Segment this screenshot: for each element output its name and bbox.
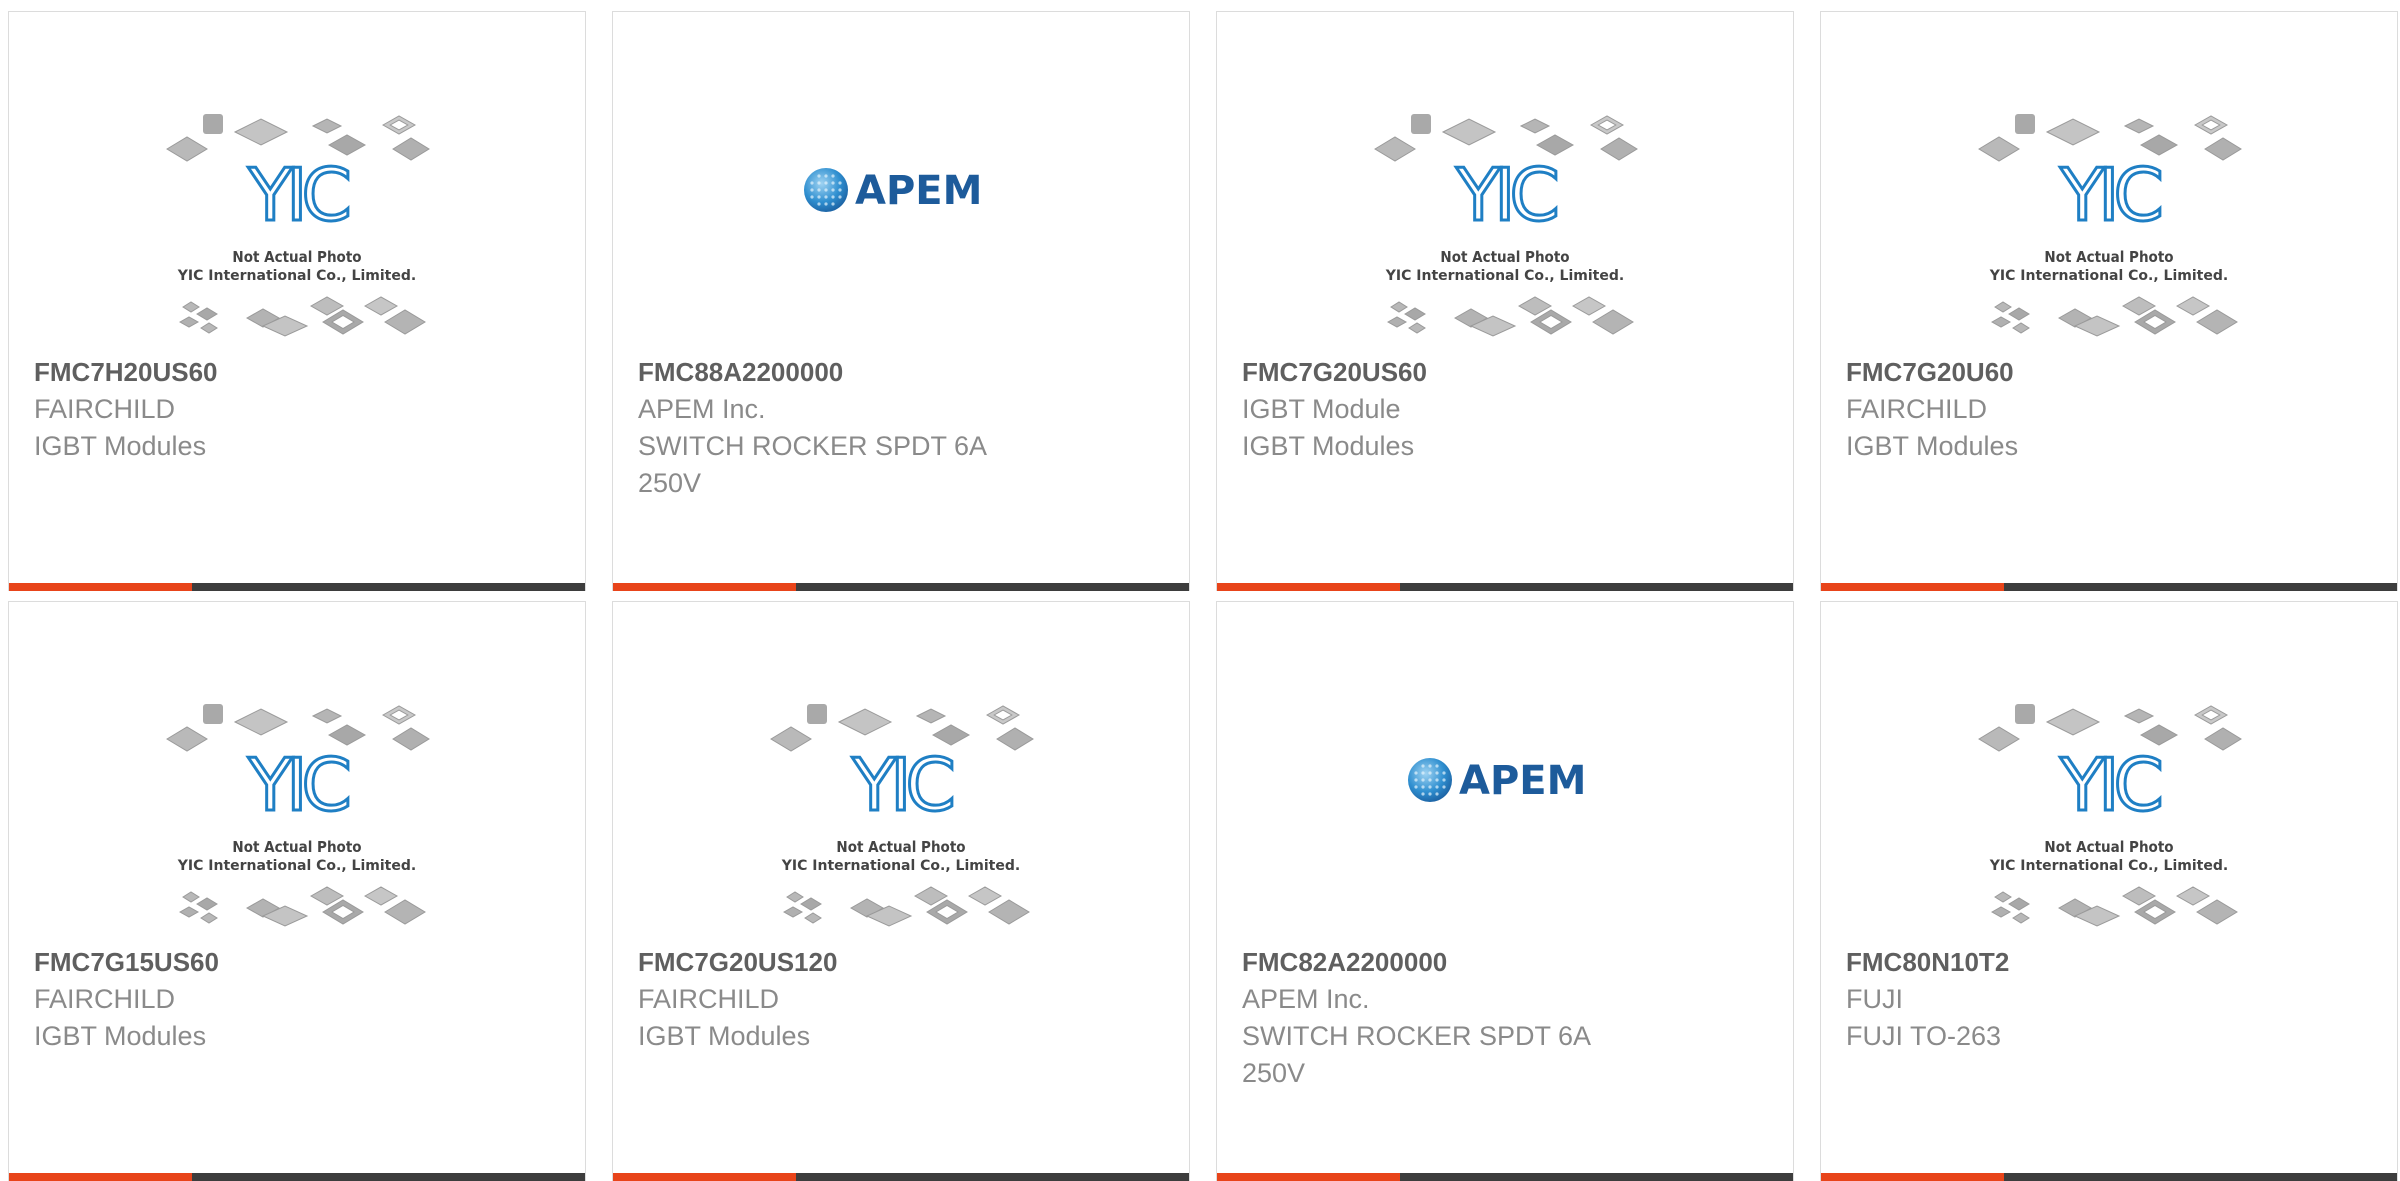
product-image-placeholder[interactable]: YIC Not Actual Photo YIC International Co.… <box>1217 92 1793 352</box>
card-accent-bar <box>9 1173 192 1181</box>
part-number[interactable]: FMC7H20US60 <box>34 354 454 391</box>
description: IGBT Modules <box>34 1021 207 1051</box>
svg-text:YIC: YIC <box>247 743 348 827</box>
manufacturer-logo-apem[interactable]: APEM <box>613 92 1189 352</box>
card-bottom-bar <box>1217 583 1793 591</box>
card-bottom-bar <box>9 1173 585 1181</box>
svg-text:Not Actual Photo: Not Actual Photo <box>1440 248 1569 266</box>
manufacturer: FUJI <box>1846 984 1903 1014</box>
product-image-placeholder[interactable]: YIC Not Actual Photo YIC International Co.… <box>613 682 1189 942</box>
manufacturer: FAIRCHILD <box>34 394 176 424</box>
part-number[interactable]: FMC88A2200000 <box>638 354 1058 391</box>
card-bottom-bar <box>1821 583 2397 591</box>
svg-text:Not Actual Photo: Not Actual Photo <box>836 838 965 856</box>
product-card[interactable]: YIC Not Actual Photo YIC International Co.… <box>1820 11 2398 591</box>
svg-text:YIC: YIC <box>1455 153 1556 237</box>
apem-logo-graphic: APEM <box>804 168 982 214</box>
card-bottom-bar <box>1821 1173 2397 1181</box>
manufacturer: APEM Inc. <box>638 394 766 424</box>
product-info: FMC88A2200000 APEM Inc. SWITCH ROCKER SP… <box>638 354 1058 502</box>
svg-text:Not Actual Photo: Not Actual Photo <box>2044 248 2173 266</box>
product-info: FMC7G20US120 FAIRCHILD IGBT Modules <box>638 944 1058 1055</box>
product-image-placeholder[interactable]: YIC Not Actual Photo YIC International Co.… <box>1821 92 2397 352</box>
product-image-placeholder[interactable]: YIC Not Actual Photo YIC International Co.… <box>9 92 585 352</box>
card-accent-bar <box>1217 1173 1400 1181</box>
yic-placeholder-graphic: YIC Not Actual Photo YIC International Co.… <box>1978 704 2242 927</box>
product-card[interactable]: YIC Not Actual Photo YIC International Co.… <box>1820 601 2398 1181</box>
svg-text:YIC International Co., Limited: YIC International Co., Limited. <box>1385 268 1624 284</box>
card-bottom-bar <box>1217 1173 1793 1181</box>
product-card[interactable]: YIC Not Actual Photo YIC International Co.… <box>612 601 1190 1181</box>
yic-placeholder-graphic: YIC Not Actual Photo YIC International Co.… <box>166 704 430 927</box>
manufacturer: FAIRCHILD <box>34 984 176 1014</box>
product-grid: YIC Not Actual Photo YIC International Co.… <box>8 11 2398 1181</box>
svg-text:Not Actual Photo: Not Actual Photo <box>232 838 361 856</box>
svg-text:YIC International Co., Limited: YIC International Co., Limited. <box>781 858 1020 874</box>
card-accent-bar <box>1217 583 1400 591</box>
description: FUJI TO-263 <box>1846 1021 2002 1051</box>
svg-text:APEM: APEM <box>1459 758 1586 804</box>
description: IGBT Modules <box>638 1021 811 1051</box>
description: IGBT Modules <box>1846 431 2019 461</box>
product-image-placeholder[interactable]: YIC Not Actual Photo YIC International Co.… <box>9 682 585 942</box>
product-info: FMC82A2200000 APEM Inc. SWITCH ROCKER SP… <box>1242 944 1662 1092</box>
description: SWITCH ROCKER SPDT 6A 250V <box>1242 1021 1590 1088</box>
svg-text:YIC: YIC <box>851 743 952 827</box>
product-info: FMC80N10T2 FUJI FUJI TO-263 <box>1846 944 2266 1055</box>
product-info: FMC7G20U60 FAIRCHILD IGBT Modules <box>1846 354 2266 465</box>
part-number[interactable]: FMC82A2200000 <box>1242 944 1662 981</box>
card-accent-bar <box>1821 583 2004 591</box>
yic-placeholder-graphic: YIC Not Actual Photo YIC International Co.… <box>770 704 1034 927</box>
svg-text:YIC: YIC <box>2059 743 2160 827</box>
part-number[interactable]: FMC7G15US60 <box>34 944 454 981</box>
card-bottom-bar <box>613 1173 1189 1181</box>
product-info: FMC7H20US60 FAIRCHILD IGBT Modules <box>34 354 454 465</box>
product-card[interactable]: YIC Not Actual Photo YIC International Co.… <box>8 601 586 1181</box>
manufacturer: IGBT Module <box>1242 394 1401 424</box>
product-card[interactable]: APEM FMC82A2200000 APEM Inc. SWITCH ROCK… <box>1216 601 1794 1181</box>
part-number[interactable]: FMC7G20U60 <box>1846 354 2266 391</box>
svg-text:YIC International Co., Limited: YIC International Co., Limited. <box>177 268 416 284</box>
manufacturer: APEM Inc. <box>1242 984 1370 1014</box>
product-image-placeholder[interactable]: YIC Not Actual Photo YIC International Co.… <box>1821 682 2397 942</box>
yic-placeholder-graphic: YIC Not Actual Photo YIC International Co.… <box>1978 114 2242 337</box>
card-bottom-bar <box>9 583 585 591</box>
svg-text:Not Actual Photo: Not Actual Photo <box>2044 838 2173 856</box>
svg-text:Not Actual Photo: Not Actual Photo <box>232 248 361 266</box>
card-bottom-bar <box>613 583 1189 591</box>
manufacturer: FAIRCHILD <box>638 984 780 1014</box>
product-info: FMC7G15US60 FAIRCHILD IGBT Modules <box>34 944 454 1055</box>
product-info: FMC7G20US60 IGBT Module IGBT Modules <box>1242 354 1662 465</box>
svg-text:YIC International Co., Limited: YIC International Co., Limited. <box>177 858 416 874</box>
card-accent-bar <box>1821 1173 2004 1181</box>
description: IGBT Modules <box>1242 431 1415 461</box>
part-number[interactable]: FMC80N10T2 <box>1846 944 2266 981</box>
product-card[interactable]: YIC Not Actual Photo YIC International Co.… <box>1216 11 1794 591</box>
description: SWITCH ROCKER SPDT 6A 250V <box>638 431 986 498</box>
svg-text:APEM: APEM <box>855 168 982 214</box>
part-number[interactable]: FMC7G20US120 <box>638 944 1058 981</box>
product-card[interactable]: YIC Not Actual Photo YIC International Co.… <box>8 11 586 591</box>
manufacturer: FAIRCHILD <box>1846 394 1988 424</box>
product-card[interactable]: APEM FMC88A2200000 APEM Inc. SWITCH ROCK… <box>612 11 1190 591</box>
yic-placeholder-graphic: YIC Not Actual Photo YIC International Co.… <box>1374 114 1638 337</box>
svg-text:YIC International Co., Limited: YIC International Co., Limited. <box>1989 268 2228 284</box>
card-accent-bar <box>9 583 192 591</box>
yic-placeholder-graphic: YIC Not Actual Photo YIC International Co.… <box>166 114 430 337</box>
svg-text:YIC International Co., Limited: YIC International Co., Limited. <box>1989 858 2228 874</box>
svg-text:YIC: YIC <box>247 153 348 237</box>
manufacturer-logo-apem[interactable]: APEM <box>1217 682 1793 942</box>
card-accent-bar <box>613 1173 796 1181</box>
description: IGBT Modules <box>34 431 207 461</box>
part-number[interactable]: FMC7G20US60 <box>1242 354 1662 391</box>
svg-text:YIC: YIC <box>2059 153 2160 237</box>
card-accent-bar <box>613 583 796 591</box>
apem-logo-graphic: APEM <box>1408 758 1586 804</box>
